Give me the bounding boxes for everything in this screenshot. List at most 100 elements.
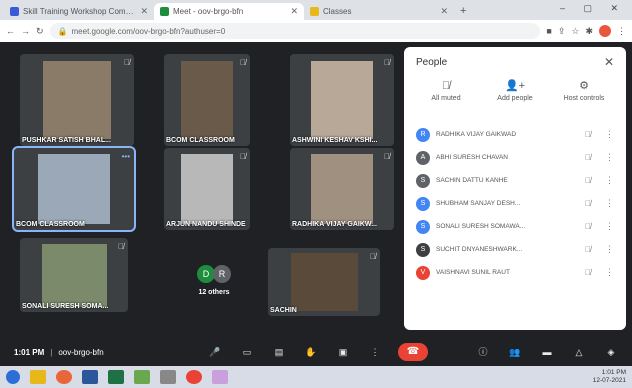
meeting-stage: 🎙̸ PUSHKAR SATISH BHAL... 🎙̸ BCOM CLASSROOM… <box>0 42 632 338</box>
extensions-icon[interactable]: ✱ <box>585 26 593 37</box>
meeting-time: 1:01 PM <box>14 347 45 357</box>
app-icon-2[interactable] <box>160 370 176 384</box>
present-icon[interactable]: ▣ <box>334 343 352 361</box>
participant-list-item[interactable]: S SUCHIT DNYANESHWARK... 🎙̸ ⋮ <box>404 238 626 261</box>
file-explorer-icon[interactable] <box>30 370 46 384</box>
host-controls-icon[interactable]: ◈ <box>602 343 620 361</box>
meeting-code: oov-brgo-bfn <box>58 347 104 357</box>
browser-tab-strip: Skill Training Workshop Comm... ✕ Meet - o… <box>0 0 632 20</box>
address-bar[interactable]: 🔒 meet.google.com/oov-brgo-bfn?authuser=… <box>49 23 541 39</box>
camera-indicator-icon[interactable]: ■ <box>546 26 551 36</box>
menu-icon[interactable]: ⋮ <box>617 26 626 37</box>
close-tab-icon[interactable]: ✕ <box>290 6 298 17</box>
avatar: A <box>416 150 430 165</box>
participant-list-item[interactable]: V VAISHNAVI SUNIL RAUT 🎙̸ ⋮ <box>404 261 626 284</box>
panel-action-button[interactable]: 👤+ Add people <box>483 77 547 115</box>
microphone-icon[interactable]: 🎤 <box>206 343 224 361</box>
close-tab-icon[interactable]: ✕ <box>440 6 448 17</box>
avatar: R <box>213 265 231 283</box>
profile-avatar[interactable] <box>599 25 611 37</box>
panel-action-label: Host controls <box>563 95 605 102</box>
participant-list-item[interactable]: S SHUBHAM SANJAY DESH... 🎙̸ ⋮ <box>404 192 626 215</box>
more-options-icon[interactable]: ⋮ <box>605 198 614 209</box>
muted-mic-icon: 🎙̸ <box>118 242 124 251</box>
avatar: S <box>416 196 430 211</box>
info-icon[interactable]: ⓘ <box>474 343 492 361</box>
end-call-button[interactable]: ☎ <box>398 343 428 361</box>
browser-tab[interactable]: Classes ✕ <box>304 3 454 20</box>
muted-mic-icon: 🎙̸ <box>240 152 246 161</box>
participant-name: PUSHKAR SATISH BHAL... <box>22 137 111 144</box>
tray-date: 12-07-2021 <box>592 377 626 384</box>
share-icon[interactable]: ⇪ <box>558 26 566 37</box>
tab-favicon-icon <box>10 7 19 16</box>
start-icon[interactable] <box>6 370 20 384</box>
participant-tile[interactable]: ••• BCOM CLASSROOM <box>12 146 136 232</box>
camera-icon[interactable]: ▭ <box>238 343 256 361</box>
participant-tile[interactable]: 🎙̸ ASHWINI KESHAV KSHI... <box>290 54 394 146</box>
excel-icon[interactable] <box>108 370 124 384</box>
close-icon[interactable]: ✕ <box>604 55 614 69</box>
more-options-icon[interactable]: ⋮ <box>605 244 614 255</box>
muted-mic-icon[interactable]: 🎙̸ <box>585 245 599 254</box>
more-options-icon[interactable]: ⋮ <box>605 221 614 232</box>
avatar: R <box>416 127 430 142</box>
new-tab-button[interactable]: + <box>454 3 472 20</box>
muted-mic-icon: 🎙̸ <box>384 58 390 67</box>
paint-icon[interactable] <box>212 370 228 384</box>
browser-tab[interactable]: Meet - oov-brgo-bfn ✕ <box>154 3 304 20</box>
chat-icon[interactable]: ▬ <box>538 343 556 361</box>
more-options-icon[interactable]: ⋮ <box>605 267 614 278</box>
muted-mic-icon[interactable]: 🎙̸ <box>585 222 599 231</box>
window-controls[interactable]: – ▢ ✕ <box>560 3 626 14</box>
participant-name: SONALI SURESH SOMA... <box>22 303 109 310</box>
muted-mic-icon[interactable]: 🎙̸ <box>585 176 599 185</box>
activities-icon[interactable]: △ <box>570 343 588 361</box>
participant-tile[interactable]: 🎙̸ RADHIKA VIJAY GAIKW... <box>290 148 394 230</box>
participant-video <box>311 61 373 139</box>
raise-hand-icon[interactable]: ✋ <box>302 343 320 361</box>
participant-list-item[interactable]: R RADHIKA VIJAY GAIKWAD 🎙̸ ⋮ <box>404 123 626 146</box>
firefox-icon[interactable] <box>56 370 72 384</box>
muted-mic-icon[interactable]: 🎙̸ <box>585 268 599 277</box>
panel-action-button[interactable]: ⚙ Host controls <box>552 77 616 115</box>
more-options-icon[interactable]: ⋮ <box>366 343 384 361</box>
muted-mic-icon: 🎙̸ <box>240 58 246 67</box>
captions-icon[interactable]: ▤ <box>270 343 288 361</box>
participant-tile[interactable]: 🎙̸ SACHIN <box>268 248 380 316</box>
forward-icon[interactable]: → <box>21 26 30 36</box>
people-icon[interactable]: 👥 <box>506 343 524 361</box>
chrome-icon[interactable] <box>186 370 202 384</box>
panel-action-button[interactable]: 🎙̸ All muted <box>414 77 478 115</box>
panel-action-label: All muted <box>431 95 461 102</box>
participant-tile[interactable]: 🎙̸ PUSHKAR SATISH BHAL... <box>20 54 134 146</box>
participant-video <box>290 253 358 311</box>
close-tab-icon[interactable]: ✕ <box>140 6 148 17</box>
muted-mic-icon[interactable]: 🎙̸ <box>585 130 599 139</box>
app-icon[interactable] <box>134 370 150 384</box>
participant-list-item[interactable]: A ABHI SURESH CHAVAN 🎙̸ ⋮ <box>404 146 626 169</box>
reload-icon[interactable]: ↻ <box>36 26 44 37</box>
word-icon[interactable] <box>82 370 98 384</box>
muted-mic-icon[interactable]: 🎙̸ <box>585 199 599 208</box>
participant-name: ARJUN NANDU SHINDE <box>166 221 246 228</box>
people-panel-title: People <box>416 56 448 68</box>
avatar: S <box>416 242 430 257</box>
participant-tile[interactable]: 🎙̸ BCOM CLASSROOM <box>164 54 250 146</box>
participant-list-item[interactable]: S SONALI SURESH SOMAWA... 🎙̸ ⋮ <box>404 215 626 238</box>
tab-title: Meet - oov-brgo-bfn <box>173 7 244 16</box>
others-tile[interactable]: DR 12 others <box>168 254 260 304</box>
star-icon[interactable]: ☆ <box>571 26 579 37</box>
muted-mic-icon[interactable]: 🎙̸ <box>585 153 599 162</box>
participant-tile[interactable]: 🎙̸ SONALI SURESH SOMA... <box>20 238 128 312</box>
participant-tile[interactable]: 🎙̸ ARJUN NANDU SHINDE <box>164 148 250 230</box>
back-icon[interactable]: ← <box>6 26 15 36</box>
browser-tab[interactable]: Skill Training Workshop Comm... ✕ <box>4 3 154 20</box>
more-options-icon[interactable]: ⋮ <box>605 129 614 140</box>
participant-list-item[interactable]: S SACHIN DATTU KANHE 🎙̸ ⋮ <box>404 169 626 192</box>
participant-video <box>311 154 373 224</box>
more-options-icon[interactable]: ⋮ <box>605 152 614 163</box>
more-options-icon[interactable]: ⋮ <box>605 175 614 186</box>
system-tray[interactable]: 1:01 PM 12-07-2021 <box>593 369 626 385</box>
participant-name: BCOM CLASSROOM <box>166 137 235 144</box>
